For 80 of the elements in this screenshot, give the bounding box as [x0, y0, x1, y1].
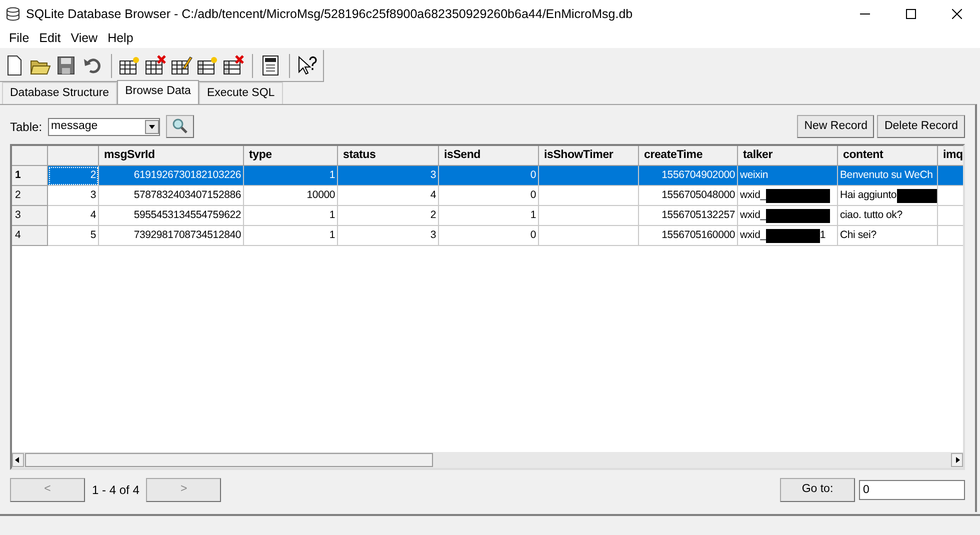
- menu-item[interactable]: View: [66, 28, 103, 48]
- tab[interactable]: Browse Data: [117, 80, 199, 104]
- column-header[interactable]: status: [338, 146, 439, 166]
- table-cell: 4: [338, 186, 439, 206]
- table-cell: 1556704902000: [639, 166, 738, 186]
- field-label: Table:: [10, 118, 42, 136]
- column-header[interactable]: createTime: [639, 146, 738, 166]
- corner-cell: [12, 146, 48, 166]
- table-cell: 10000: [244, 186, 338, 206]
- table-cell: 6191926730182103226: [99, 166, 244, 186]
- table-star-icon[interactable]: [119, 54, 141, 76]
- scrollbar-thumb[interactable]: [25, 453, 433, 468]
- row-header[interactable]: 3: [12, 206, 48, 226]
- horizontal-scrollbar[interactable]: [12, 452, 963, 468]
- table-cell: 3: [338, 226, 439, 246]
- dropdown-value: message: [51, 119, 99, 134]
- table-dropdown[interactable]: message: [48, 118, 160, 136]
- cell-text: wxid_: [740, 229, 766, 242]
- table-cell: 2: [338, 206, 439, 226]
- table-delete-icon[interactable]: [223, 54, 245, 76]
- column-header[interactable]: isShowTimer: [539, 146, 639, 166]
- goto-button[interactable]: Go to:: [780, 478, 855, 502]
- row-header[interactable]: 2: [12, 186, 48, 206]
- table-cell: 0: [439, 226, 539, 246]
- cell-text: wxid_: [740, 189, 766, 202]
- table-cell: 5787832403407152886: [99, 186, 244, 206]
- column-header[interactable]: msgSvrId: [99, 146, 244, 166]
- table-delete-icon[interactable]: [145, 54, 167, 76]
- maximize-icon: [906, 9, 916, 19]
- goto-field[interactable]: 0: [859, 480, 965, 500]
- record-button[interactable]: Delete Record: [877, 115, 965, 138]
- menu-item[interactable]: File: [4, 28, 34, 48]
- help-pointer-icon[interactable]: [297, 54, 319, 76]
- table-cell: 3: [338, 166, 439, 186]
- table-cell: Benvenuto su WeCh: [838, 166, 938, 186]
- table-cell: 2: [48, 166, 99, 186]
- search-button[interactable]: [166, 115, 194, 138]
- tab[interactable]: Execute SQL: [198, 82, 283, 104]
- cell-text: 1: [820, 229, 826, 242]
- column-header[interactable]: talker: [738, 146, 838, 166]
- table-cell: 3: [48, 186, 99, 206]
- column-header[interactable]: imq: [938, 146, 963, 166]
- cell-text: Hai aggiunto: [840, 189, 897, 202]
- table-cell: 0: [439, 166, 539, 186]
- table-cell: 0: [439, 186, 539, 206]
- table-cell: 7392981708734512840: [99, 226, 244, 246]
- tab[interactable]: Database Structure: [2, 82, 118, 104]
- cell-text: wxid_: [740, 209, 766, 222]
- record-count: 1 - 4 of 4: [92, 482, 140, 499]
- search-icon: [172, 118, 188, 134]
- row-header[interactable]: 4: [12, 226, 48, 246]
- table-cell: 5: [48, 226, 99, 246]
- menu-item[interactable]: Edit: [34, 28, 66, 48]
- menu-item[interactable]: Help: [102, 28, 138, 48]
- scroll-left-icon[interactable]: [12, 453, 24, 468]
- table-cell: 1556705048000: [639, 186, 738, 206]
- table-cell: 1: [244, 166, 338, 186]
- table-cell: 1556705132257: [639, 206, 738, 226]
- column-header[interactable]: isSend: [439, 146, 539, 166]
- window-title: SQLite Database Browser - C:/adb/tencent/MicroMsg/528196c25f8900a682350929260b6a44/EnMicroMsg.db: [26, 6, 634, 23]
- table-cell: weixin: [738, 166, 838, 186]
- table-cell: 1: [439, 206, 539, 226]
- column-header[interactable]: type: [244, 146, 338, 166]
- database-icon: [6, 7, 20, 21]
- table-cell: 1: [244, 226, 338, 246]
- table-star-icon[interactable]: [197, 54, 219, 76]
- close-icon: [952, 9, 962, 19]
- table-cell: Chi sei?: [838, 226, 938, 246]
- scroll-right-icon[interactable]: [951, 453, 963, 468]
- record-button[interactable]: New Record: [797, 115, 874, 138]
- table-cell: 5955453134554759622: [99, 206, 244, 226]
- table-pencil-icon[interactable]: [171, 54, 193, 76]
- column-header[interactable]: content: [838, 146, 938, 166]
- table-cell: 4: [48, 206, 99, 226]
- table-cell: 1: [244, 206, 338, 226]
- row-header[interactable]: 1: [12, 166, 48, 186]
- table-cell: [938, 166, 963, 186]
- table-cell: 1556705160000: [639, 226, 738, 246]
- table-cell: ciao. tutto ok?: [838, 206, 938, 226]
- blank-header[interactable]: [48, 146, 99, 166]
